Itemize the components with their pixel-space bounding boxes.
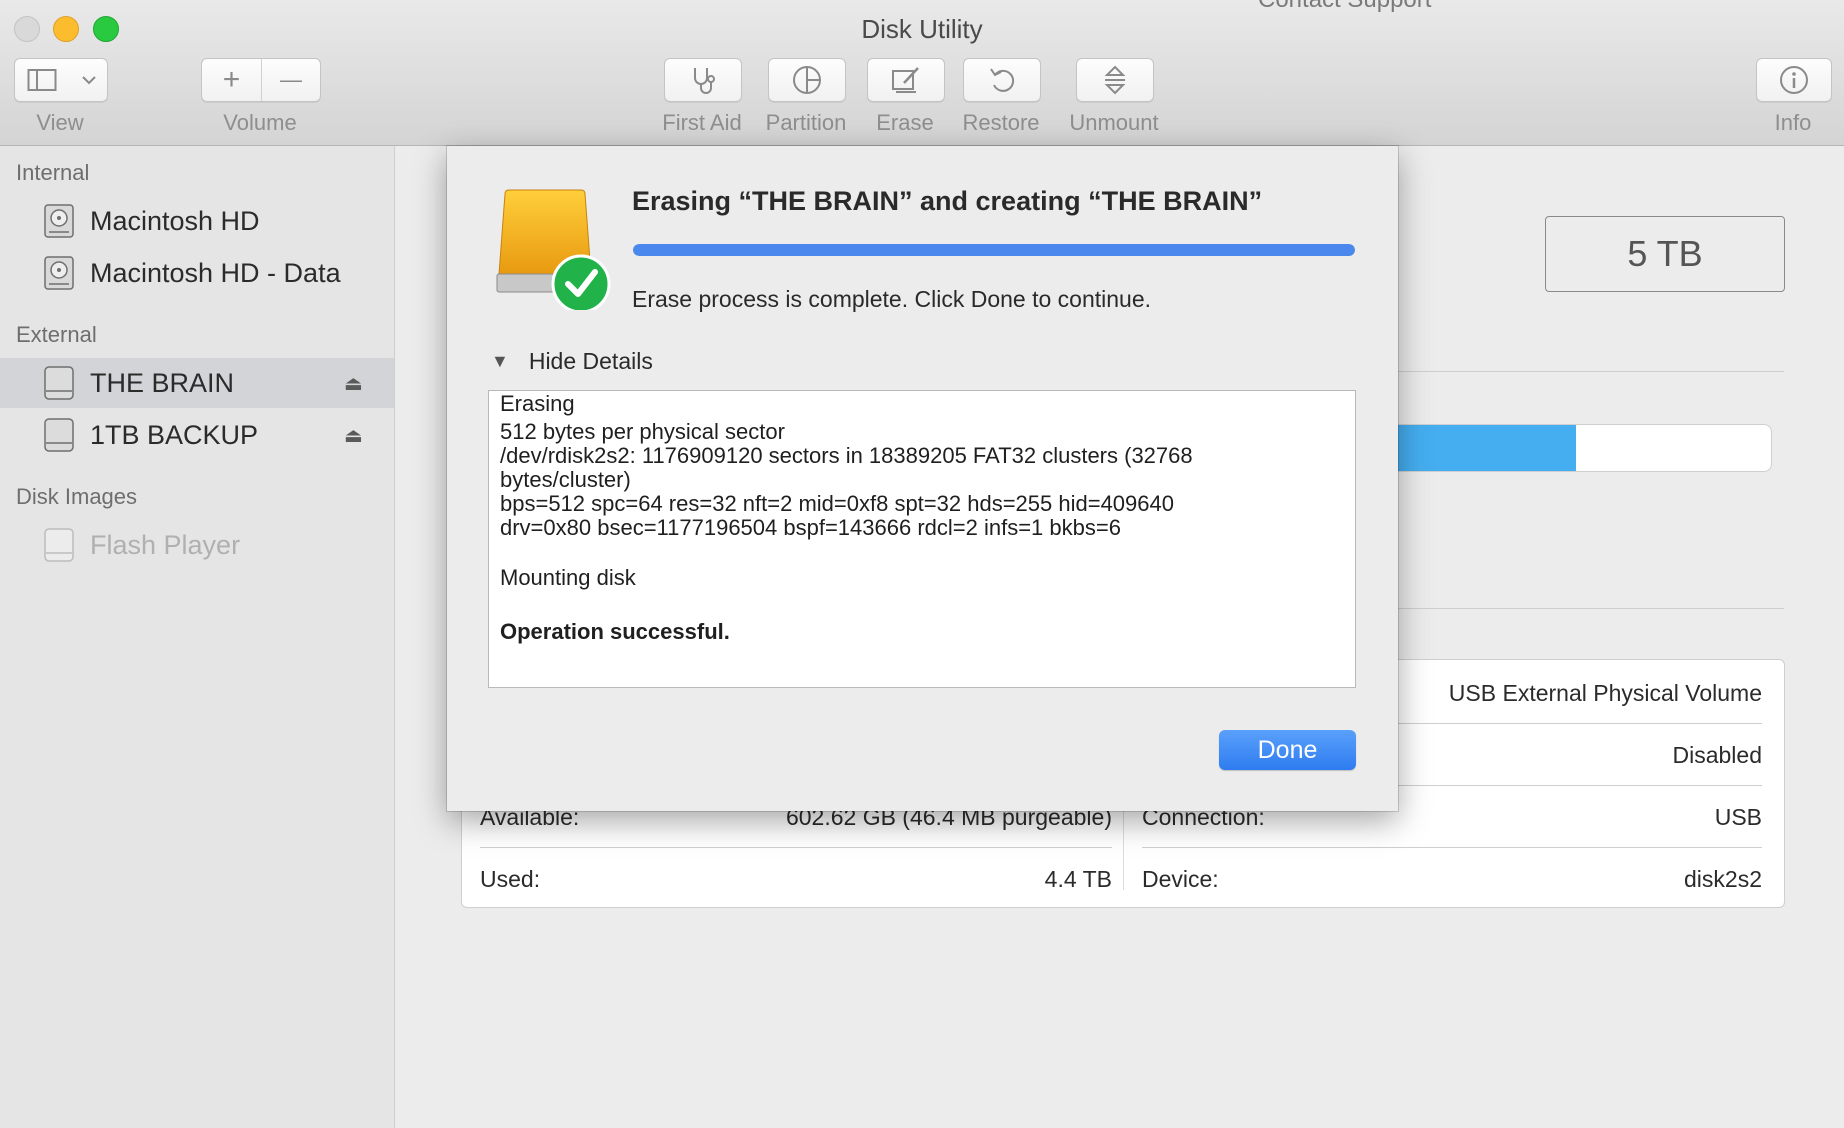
unmount-label: Unmount <box>1069 110 1159 135</box>
sidebar: Internal Macintosh HD Macintosh HD - Dat… <box>0 146 395 1128</box>
hide-details-toggle[interactable]: ▼ Hide Details <box>491 348 653 375</box>
partition-label: Partition <box>765 110 847 135</box>
internal-disk-icon <box>44 256 74 290</box>
sidebar-item-flash-player[interactable]: Flash Player <box>0 520 394 570</box>
sidebar-section-external: External <box>16 322 97 347</box>
sidebar-item-label: Macintosh HD <box>90 205 260 236</box>
usage-bar <box>1380 424 1772 472</box>
unmount-icon <box>1104 65 1126 95</box>
erase-progress-sheet: Erasing “THE BRAIN” and creating “THE BR… <box>447 146 1398 811</box>
erase-progress-fill <box>633 244 1355 256</box>
sidebar-section-internal: Internal <box>16 160 90 185</box>
erase-label: Erase <box>876 110 934 135</box>
window-title: Disk Utility <box>861 14 983 44</box>
external-disk-icon <box>44 418 74 452</box>
sheet-status-message: Erase process is complete. Click Done to… <box>632 286 1152 312</box>
details-log[interactable]: Erasing 512 bytes per physical sector /d… <box>488 390 1356 688</box>
info-label-used: Used: <box>480 866 541 892</box>
log-line-result: Operation successful. <box>500 619 730 644</box>
info-icon <box>1780 66 1808 94</box>
info-value-used: 4.4 TB <box>1044 866 1112 892</box>
internal-disk-icon <box>44 204 74 238</box>
info-label: Info <box>1774 110 1812 135</box>
sidebar-item-1tb-backup[interactable]: 1TB BACKUP ⏏ <box>0 410 394 460</box>
eject-icon[interactable]: ⏏ <box>344 371 363 396</box>
volume-label: Volume <box>223 110 297 135</box>
unmount-button[interactable] <box>1076 58 1154 102</box>
volume-button-group: + — <box>201 58 321 102</box>
divider <box>1398 608 1784 609</box>
log-line: /dev/rdisk2s2: 1176909120 sectors in 183… <box>500 443 1193 468</box>
sidebar-item-macintosh-hd-data[interactable]: Macintosh HD - Data <box>0 248 394 298</box>
disk-image-icon <box>44 528 74 562</box>
sidebar-item-macintosh-hd[interactable]: Macintosh HD <box>0 196 394 246</box>
usage-bar-fill <box>1381 425 1576 471</box>
stethoscope-icon <box>694 68 715 94</box>
pie-chart-icon <box>793 66 821 94</box>
external-disk-icon <box>44 366 74 400</box>
log-line: Mounting disk <box>500 565 636 590</box>
sidebar-icon <box>27 69 57 91</box>
info-button[interactable] <box>1756 58 1832 102</box>
log-line: bytes/cluster) <box>500 467 631 492</box>
restore-label: Restore <box>962 110 1040 135</box>
erase-button[interactable] <box>867 58 945 102</box>
restore-arrow-icon <box>990 68 1015 92</box>
toolbar: Contact Support Disk Utility View + — Vo… <box>0 0 1844 146</box>
sidebar-item-label: Macintosh HD - Data <box>90 257 341 288</box>
chevron-down-icon <box>82 76 96 85</box>
info-value-device: disk2s2 <box>1684 866 1762 892</box>
sidebar-item-label: THE BRAIN <box>90 367 235 398</box>
capacity-badge: 5 TB <box>1545 216 1785 292</box>
drive-success-icon <box>496 189 611 310</box>
first-aid-label: First Aid <box>662 110 742 135</box>
background-text: Contact Support <box>1258 0 1431 14</box>
sidebar-item-label: 1TB BACKUP <box>90 419 259 450</box>
sheet-title: Erasing “THE BRAIN” and creating “THE BR… <box>632 186 1263 216</box>
view-button[interactable] <box>14 58 108 102</box>
log-line: bps=512 spc=64 res=32 nft=2 mid=0xf8 spt… <box>500 491 1174 516</box>
details-toggle-label: Hide Details <box>528 348 653 374</box>
restore-button[interactable] <box>963 58 1041 102</box>
add-volume-button[interactable]: + <box>202 63 261 97</box>
erase-progress-bar <box>633 244 1355 256</box>
log-line: drv=0x80 bsec=1177196504 bspf=143666 rdc… <box>500 515 1121 540</box>
info-label-device: Device: <box>1142 866 1219 892</box>
divider <box>480 847 1112 848</box>
sidebar-item-the-brain[interactable]: THE BRAIN ⏏ <box>0 358 394 408</box>
partition-button[interactable] <box>768 58 846 102</box>
eject-icon[interactable]: ⏏ <box>344 423 363 448</box>
log-line: 512 bytes per physical sector <box>500 419 785 444</box>
sidebar-item-label: Flash Player <box>90 529 241 560</box>
disclosure-triangle-icon: ▼ <box>491 351 509 371</box>
done-button[interactable]: Done <box>1219 730 1356 770</box>
log-line: Erasing <box>500 391 575 416</box>
view-label: View <box>36 110 84 135</box>
remove-volume-button[interactable]: — <box>262 67 320 93</box>
first-aid-button[interactable] <box>664 58 742 102</box>
pencil-erase-icon <box>892 67 919 93</box>
divider <box>1398 371 1784 372</box>
sidebar-section-disk-images: Disk Images <box>16 484 138 509</box>
divider <box>1142 847 1762 848</box>
